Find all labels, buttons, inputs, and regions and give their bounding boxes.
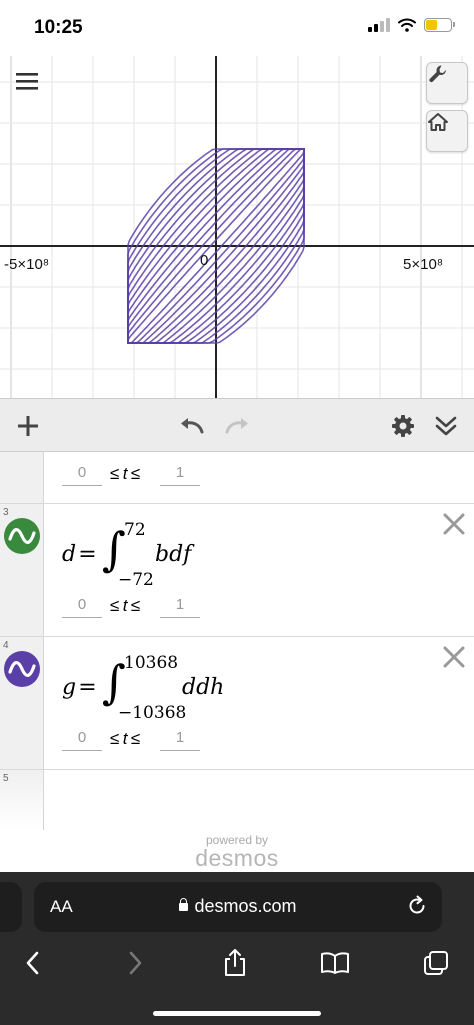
domain-variable: t <box>122 596 128 615</box>
expression-math[interactable]: g = ∫ 10368 −10368 ddh <box>62 653 282 723</box>
integral-lower-bound: −72 <box>118 570 154 590</box>
domain-min-input[interactable]: 0 <box>62 729 102 751</box>
hamburger-menu-icon[interactable] <box>14 70 40 92</box>
cellular-signal-icon <box>368 18 390 32</box>
domain-variable: t <box>122 464 128 483</box>
back-icon[interactable] <box>18 948 48 978</box>
redo-icon[interactable] <box>223 412 251 440</box>
status-bar: 10:25 <box>0 0 474 56</box>
battery-level <box>426 20 437 30</box>
grid-lines <box>0 56 474 398</box>
url-text: desmos.com <box>194 896 297 916</box>
origin-label: 0 <box>200 252 209 269</box>
x-tick-left: -5×10⁸ <box>4 256 50 273</box>
expression-row[interactable]: 0 ≤ t ≤ 1 <box>0 452 474 504</box>
status-icons <box>368 18 455 32</box>
graph-canvas[interactable]: -5×10⁸ 0 5×10⁸ <box>0 56 474 398</box>
expression-gutter: 5 <box>0 770 44 830</box>
undo-icon[interactable] <box>178 412 206 440</box>
graph-svg[interactable] <box>0 56 474 398</box>
desmos-logo: desmos <box>195 845 279 871</box>
expression-index: 5 <box>3 773 9 784</box>
graph-settings-button[interactable] <box>426 62 468 104</box>
expression-list: 0 ≤ t ≤ 1 3 d = ∫ 72 −72 bdf 0 ≤ t ≤ 1 4… <box>0 452 474 872</box>
reload-icon[interactable] <box>406 895 428 917</box>
x-tick-right: 5×10⁸ <box>403 256 444 273</box>
curve-color-icon[interactable] <box>4 518 40 554</box>
expression-math[interactable]: d = ∫ 72 −72 bdf <box>62 520 262 590</box>
expression-toolbar <box>0 398 474 452</box>
expression-row[interactable]: 3 d = ∫ 72 −72 bdf 0 ≤ t ≤ 1 <box>0 504 474 637</box>
home-indicator <box>153 1011 321 1016</box>
expression-lhs: d <box>62 542 77 567</box>
domain-inequality: ≤ t ≤ <box>110 464 141 483</box>
domain-max-input[interactable]: 1 <box>160 596 200 618</box>
wrench-icon <box>429 65 447 83</box>
integral-lower-bound: −10368 <box>118 703 187 723</box>
address-bar[interactable]: AA desmos.com <box>34 882 442 932</box>
integrand: ddh <box>182 675 225 700</box>
powered-by-desmos[interactable]: powered by desmos <box>0 833 474 872</box>
browser-toolbar <box>0 948 474 988</box>
battery-icon <box>424 18 455 32</box>
previous-tab-pill[interactable] <box>0 882 22 932</box>
lock-icon <box>179 898 189 911</box>
expression-row-empty[interactable]: 5 <box>0 770 474 830</box>
expression-index: 4 <box>3 640 9 651</box>
forward-icon[interactable] <box>120 948 150 978</box>
share-icon[interactable] <box>220 948 250 978</box>
zoom-home-button[interactable] <box>426 110 468 152</box>
double-chevron-down-icon[interactable] <box>432 412 460 440</box>
browser-chrome: AA desmos.com <box>0 872 474 1025</box>
tabs-icon[interactable] <box>421 948 451 978</box>
domain-inequality: ≤ t ≤ <box>110 729 141 748</box>
integral-sign: ∫ <box>102 655 126 709</box>
plus-icon[interactable] <box>14 412 42 440</box>
home-icon <box>428 113 448 131</box>
expression-index: 3 <box>3 507 9 518</box>
expression-lhs: g <box>62 675 77 700</box>
close-icon[interactable] <box>442 512 466 536</box>
url-display[interactable]: desmos.com <box>34 896 442 917</box>
domain-variable: t <box>122 729 128 748</box>
wifi-icon <box>398 18 416 32</box>
integral-upper-bound: 10368 <box>124 653 179 673</box>
expression-gutter: 3 <box>0 504 44 636</box>
gear-icon[interactable] <box>389 412 417 440</box>
screen: 10:25 -5×10⁸ 0 5×10⁸ 0 ≤ t ≤ 1 3 d = ∫ 7… <box>0 0 474 1025</box>
integral-upper-bound: 72 <box>124 520 146 540</box>
expression-gutter <box>0 452 44 503</box>
status-time: 10:25 <box>34 17 83 38</box>
bookmarks-icon[interactable] <box>320 948 350 978</box>
domain-max-input[interactable]: 1 <box>160 464 200 486</box>
close-icon[interactable] <box>442 645 466 669</box>
domain-min-input[interactable]: 0 <box>62 464 102 486</box>
expression-row[interactable]: 4 g = ∫ 10368 −10368 ddh 0 ≤ t ≤ 1 <box>0 637 474 770</box>
integral-sign: ∫ <box>102 522 126 576</box>
expression-gutter: 4 <box>0 637 44 769</box>
domain-min-input[interactable]: 0 <box>62 596 102 618</box>
curve-color-icon[interactable] <box>4 651 40 687</box>
domain-inequality: ≤ t ≤ <box>110 596 141 615</box>
domain-max-input[interactable]: 1 <box>160 729 200 751</box>
integrand: bdf <box>155 542 192 567</box>
